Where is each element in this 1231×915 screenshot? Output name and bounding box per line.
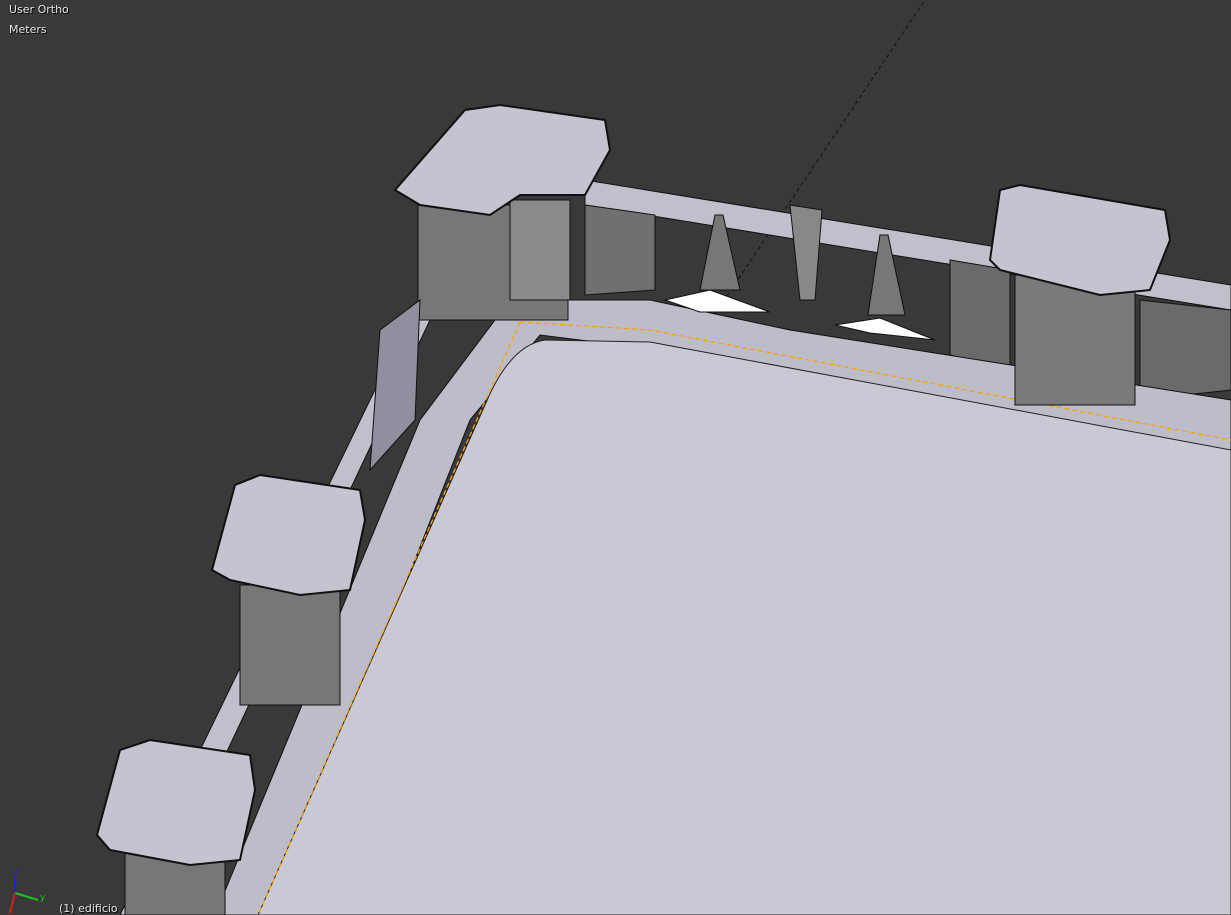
baluster — [789, 204, 823, 301]
pillar-body — [1014, 274, 1136, 406]
pillar-body — [239, 584, 341, 706]
units-label: Meters — [9, 23, 47, 36]
axis-y-icon — [14, 892, 39, 901]
baluster-base — [834, 317, 936, 341]
wall-panel — [1139, 299, 1231, 401]
axis-x-label: x — [8, 907, 14, 915]
3d-viewport[interactable]: z y x User Ortho Meters (1) edificio — [0, 0, 1231, 915]
view-name-label: User Ortho — [9, 3, 69, 16]
wall-panel — [949, 259, 1011, 371]
pillar-cap — [210, 473, 367, 597]
active-object-label: (1) edificio — [59, 902, 118, 915]
pillar-cap — [95, 738, 257, 867]
axis-y-label: y — [40, 893, 46, 903]
mesh-wireframe[interactable]: z y x — [0, 0, 1231, 915]
wall-panel — [584, 204, 656, 296]
pillar-cap — [393, 103, 612, 217]
axis-z-label: z — [14, 867, 19, 877]
pillar-body — [509, 199, 571, 301]
